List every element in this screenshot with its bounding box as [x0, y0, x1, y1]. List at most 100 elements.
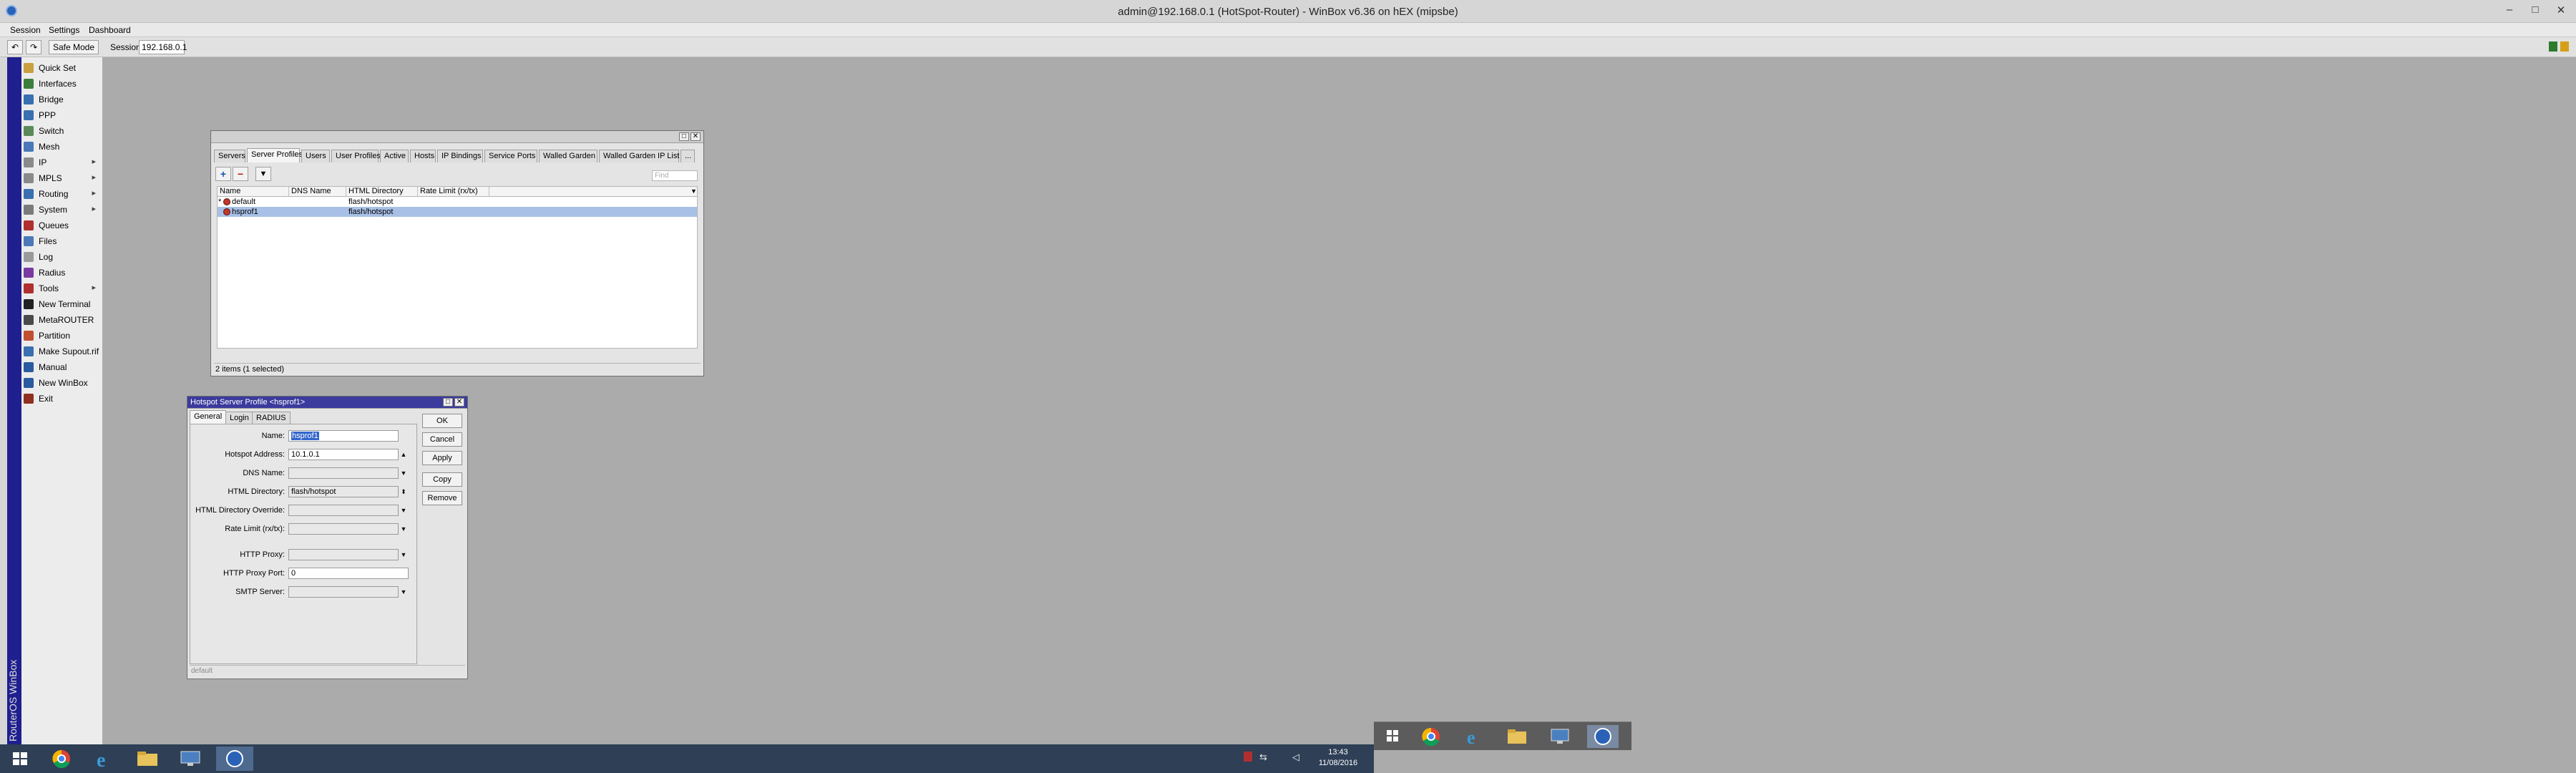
tab-user-profiles[interactable]: User Profiles	[331, 150, 381, 162]
close-button[interactable]: ✕	[2549, 4, 2573, 18]
menu-settings[interactable]: Settings	[49, 25, 79, 35]
chrome-icon[interactable]	[1415, 725, 1447, 748]
copy-button[interactable]: Copy	[422, 472, 462, 487]
hotspot-window-maximize-button[interactable]: □	[679, 132, 689, 141]
clock[interactable]: 13:43 11/08/2016	[1309, 747, 1367, 769]
profile-dialog-close-button[interactable]: ✕	[454, 398, 464, 407]
sidebar-item-partition[interactable]: Partition	[21, 328, 103, 344]
sidebar-item-ppp[interactable]: PPP	[21, 107, 103, 123]
sidebar-item-exit[interactable]: Exit	[21, 391, 103, 407]
minimize-button[interactable]: –	[2497, 4, 2522, 18]
html-directory-spin-icon[interactable]: ⬍	[399, 486, 408, 497]
sidebar-item-routing[interactable]: Routing ▸	[21, 186, 103, 202]
start-button-icon[interactable]	[4, 747, 42, 771]
name-field[interactable]: hsprof1	[288, 430, 399, 442]
find-input[interactable]: Find	[652, 170, 698, 181]
menu-dashboard[interactable]: Dashboard	[89, 25, 131, 35]
tray-network-icon[interactable]: ⇆	[1259, 752, 1271, 763]
dns-dropdown-icon[interactable]: ▼	[399, 467, 408, 479]
http-proxy-port-field[interactable]: 0	[288, 568, 409, 579]
network-icon[interactable]	[1544, 725, 1576, 748]
sidebar-item-new-winbox[interactable]: New WinBox	[21, 375, 103, 391]
windows-start-icon[interactable]	[1377, 725, 1408, 748]
sidebar-item-mesh[interactable]: Mesh	[21, 139, 103, 155]
hotspot-window-titlebar[interactable]	[211, 131, 703, 143]
profile-dialog-maximize-button[interactable]: □	[443, 398, 453, 407]
sidebar-item-files[interactable]: Files	[21, 233, 103, 249]
table-row[interactable]: * default flash/hotspot	[218, 197, 697, 207]
taskbar-network-icon[interactable]	[172, 747, 209, 771]
taskbar-chrome-icon[interactable]	[43, 747, 80, 771]
tab-server-profiles[interactable]: Server Profiles	[247, 148, 303, 162]
remove-profile-button[interactable]: Remove	[422, 491, 462, 505]
tab-more[interactable]: ...	[680, 150, 695, 162]
http-proxy-field[interactable]	[288, 549, 399, 560]
ok-button[interactable]: OK	[422, 414, 462, 428]
sidebar-item-log[interactable]: Log	[21, 249, 103, 265]
menu-session[interactable]: Session	[10, 25, 41, 35]
tab-general[interactable]: General	[190, 410, 227, 424]
taskbar-winbox-icon[interactable]	[216, 747, 253, 771]
tab-walled-garden[interactable]: Walled Garden	[539, 150, 597, 162]
winbox-task-icon[interactable]	[1587, 725, 1619, 748]
taskbar-ie-icon[interactable]: e	[86, 747, 123, 772]
sidebar-item-switch[interactable]: Switch	[21, 123, 103, 139]
col-name[interactable]: Name	[218, 187, 289, 196]
sidebar-item-mpls[interactable]: MPLS ▸	[21, 170, 103, 186]
remove-button[interactable]: −	[233, 167, 248, 181]
html-directory-field[interactable]: flash/hotspot	[288, 486, 399, 497]
tab-walled-garden-ip-list[interactable]: Walled Garden IP List	[599, 150, 679, 162]
hotspot-address-field[interactable]: 10.1.0.1	[288, 449, 399, 460]
smtp-server-field[interactable]	[288, 586, 399, 598]
tab-users[interactable]: Users	[301, 150, 330, 162]
taskbar-explorer-icon[interactable]	[129, 747, 166, 771]
address-toggle-icon[interactable]: ▲	[399, 449, 408, 460]
hotspot-window-close-button[interactable]: ✕	[691, 132, 701, 141]
apply-button[interactable]: Apply	[422, 451, 462, 465]
tab-service-ports[interactable]: Service Ports	[484, 150, 537, 162]
tray-flag-icon[interactable]	[1244, 752, 1252, 762]
sidebar-item-make-supout-rif[interactable]: Make Supout.rif	[21, 344, 103, 359]
smtp-dropdown-icon[interactable]: ▼	[399, 586, 408, 598]
dns-name-field[interactable]	[288, 467, 399, 479]
tab-active[interactable]: Active	[380, 150, 409, 162]
sidebar-item-radius[interactable]: Radius	[21, 265, 103, 281]
sidebar-item-ip[interactable]: IP ▸	[21, 155, 103, 170]
proxy-dropdown-icon[interactable]: ▼	[399, 549, 408, 560]
sidebar-item-queues[interactable]: Queues	[21, 218, 103, 233]
add-button[interactable]: +	[215, 167, 231, 181]
sidebar-item-interfaces[interactable]: Interfaces	[21, 76, 103, 92]
tab-servers[interactable]: Servers	[214, 150, 245, 162]
col-html-directory[interactable]: HTML Directory	[346, 187, 418, 196]
columns-dropdown-icon[interactable]: ▼	[688, 187, 698, 196]
sidebar-item-metarouter[interactable]: MetaROUTER	[21, 312, 103, 328]
rate-limit-field[interactable]	[288, 523, 399, 535]
profile-dialog-title[interactable]: Hotspot Server Profile <hsprof1>	[187, 397, 467, 409]
tab-login[interactable]: Login	[225, 412, 253, 424]
sidebar-item-bridge[interactable]: Bridge	[21, 92, 103, 107]
rate-dropdown-icon[interactable]: ▼	[399, 523, 408, 535]
maximize-button[interactable]: □	[2523, 4, 2547, 18]
col-dns-name[interactable]: DNS Name	[289, 187, 346, 196]
session-field[interactable]: 192.168.0.1	[139, 40, 187, 54]
tab-ip-bindings[interactable]: IP Bindings	[437, 150, 483, 162]
tab-hosts[interactable]: Hosts	[410, 150, 436, 162]
cancel-button[interactable]: Cancel	[422, 432, 462, 447]
filter-button[interactable]: ▼	[255, 167, 271, 181]
sidebar-item-manual[interactable]: Manual	[21, 359, 103, 375]
sidebar-item-tools[interactable]: Tools ▸	[21, 281, 103, 296]
tray-volume-icon[interactable]: ◁	[1292, 752, 1304, 763]
sidebar-item-quick-set[interactable]: Quick Set	[21, 60, 103, 76]
col-rate-limit[interactable]: Rate Limit (rx/tx)	[418, 187, 489, 196]
override-dropdown-icon[interactable]: ▼	[399, 505, 408, 516]
sidebar-item-system[interactable]: System ▸	[21, 202, 103, 218]
redo-button[interactable]: ↷	[26, 40, 42, 54]
table-row[interactable]: hsprof1 flash/hotspot	[218, 207, 697, 217]
undo-button[interactable]: ↶	[7, 40, 23, 54]
tab-radius[interactable]: RADIUS	[252, 412, 291, 424]
safe-mode-button[interactable]: Safe Mode	[49, 40, 99, 54]
html-override-field[interactable]	[288, 505, 399, 516]
sidebar-item-new-terminal[interactable]: New Terminal	[21, 296, 103, 312]
ie-icon[interactable]: e	[1458, 725, 1490, 748]
explorer-icon[interactable]	[1501, 725, 1533, 748]
